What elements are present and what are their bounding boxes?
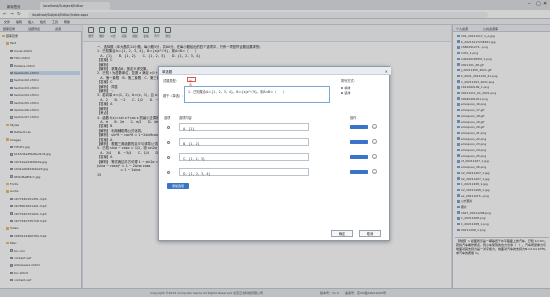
stem-label: 题干（单选）： — [163, 94, 186, 98]
radio-label: 竖排 — [344, 91, 351, 95]
remove-option-icon[interactable]: − — [372, 124, 377, 130]
remove-option-icon[interactable]: − — [372, 154, 377, 160]
option-action-dropdown[interactable] — [350, 169, 368, 174]
remove-option-icon[interactable]: − — [372, 169, 377, 175]
type-label: 试题类型： — [163, 79, 179, 83]
option-input[interactable]: C．{1，2，3} — [179, 153, 309, 161]
option-input[interactable]: B．{1，2} — [179, 138, 309, 146]
close-icon[interactable]: ✕ — [385, 69, 388, 74]
option-correct-radio[interactable] — [167, 170, 170, 174]
dialog-title: 单选题 ✕ — [159, 67, 391, 75]
options-content-header: 选项内容 — [179, 116, 192, 120]
layout-vertical-radio[interactable]: 竖排 — [341, 91, 350, 95]
option-action-dropdown[interactable] — [350, 139, 368, 144]
option-input[interactable]: D．{1，2，3，4} — [179, 168, 309, 176]
option-input[interactable]: A．{1} — [179, 123, 309, 131]
cancel-button[interactable]: 取消 — [359, 230, 381, 237]
single-choice-dialog: 单选题 ✕ 试题类型： 单选 题干（单选）： 1．已知集合A＝{1，2，3，4}… — [158, 66, 391, 241]
add-option-button[interactable]: 添加选项 — [167, 183, 189, 189]
ok-button[interactable]: 确定 — [331, 230, 353, 237]
option-correct-radio[interactable] — [167, 125, 170, 129]
question-type-badge[interactable]: 单选 — [187, 77, 196, 87]
layout-horizontal-radio[interactable]: 横排 — [341, 86, 350, 90]
option-action-dropdown[interactable] — [350, 124, 368, 129]
remove-option-icon[interactable]: − — [372, 139, 377, 145]
option-action-dropdown[interactable] — [350, 154, 368, 159]
options-header: 选项 — [164, 116, 171, 120]
option-correct-radio[interactable] — [167, 140, 170, 144]
option-correct-radio[interactable] — [167, 155, 170, 159]
layout-label: 排列方式： — [341, 79, 357, 83]
operations-header: 操作 — [350, 116, 357, 120]
dialog-title-text: 单选题 — [162, 70, 173, 74]
stem-input[interactable]: 1．已知集合A＝{1，2，3，4}，B＝{x|x²＜9}，则A∩B＝（ ） — [184, 86, 330, 103]
radio-label: 横排 — [344, 86, 351, 90]
